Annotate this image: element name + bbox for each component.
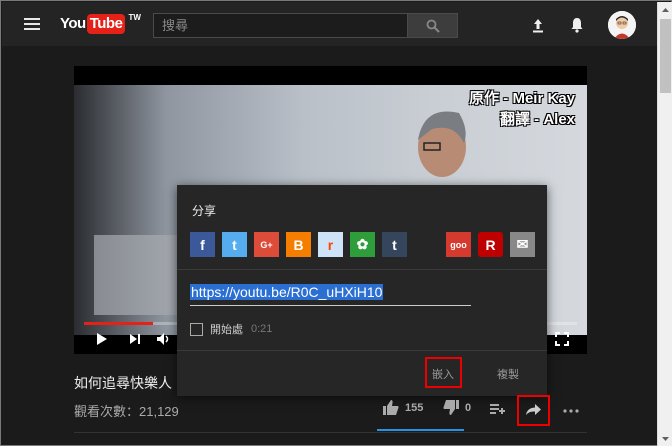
search-button[interactable]: [407, 13, 458, 38]
share-email-button[interactable]: ✉: [510, 232, 535, 257]
email-icon: ✉: [516, 236, 529, 252]
scroll-down-arrow-icon: [662, 436, 669, 441]
more-actions-icon[interactable]: [563, 409, 579, 413]
menu-icon[interactable]: [24, 18, 40, 30]
tumblr-icon: t: [392, 236, 397, 253]
share-dialog: 分享 f t G+ Br ✿ t goo R ✉ https://youtu.be/R0C_uH…: [177, 185, 547, 396]
share-services-row: f t G+ Br ✿ t goo R ✉: [177, 232, 547, 257]
page-scrollbar[interactable]: [657, 2, 672, 446]
scrollbar-thumb[interactable]: [660, 19, 671, 93]
scroll-up-arrow-icon: [662, 7, 669, 12]
search-input[interactable]: [154, 14, 407, 37]
start-at-checkbox[interactable]: [190, 322, 203, 336]
divider: [74, 432, 587, 433]
thumbs-down-icon: [443, 400, 459, 415]
facebook-icon: f: [200, 236, 205, 253]
next-icon[interactable]: [129, 332, 141, 346]
share-goo-button[interactable]: goo: [446, 232, 471, 257]
share-facebook-button[interactable]: f: [190, 232, 215, 257]
subtitle-line-1: 原作 - Meir Kay: [469, 90, 575, 107]
share-google-plus-button[interactable]: G+: [254, 232, 279, 257]
subtitle-line-2: 翻譯 - Alex: [499, 111, 575, 128]
rakuten-icon: R: [485, 236, 496, 253]
masthead: You Tube TW: [2, 2, 657, 46]
account-avatar[interactable]: [608, 11, 636, 39]
fullscreen-icon[interactable]: [555, 332, 569, 346]
divider: [177, 350, 547, 351]
divider: [177, 269, 547, 270]
dislike-count: 0: [465, 401, 472, 414]
upload-icon[interactable]: [530, 16, 546, 34]
start-at-option: 開始處 0:21: [190, 321, 272, 337]
sentiment-bar: [377, 429, 464, 431]
progress-bar-played: [84, 322, 154, 325]
share-url-text: https://youtu.be/R0C_uHXiH10: [190, 284, 384, 300]
dislike-button[interactable]: 0: [443, 400, 471, 415]
share-twitter-button[interactable]: t: [222, 232, 247, 257]
share-dialog-title: 分享: [192, 204, 217, 218]
thumbs-up-icon: [383, 400, 399, 415]
scroll-down-button[interactable]: [658, 431, 672, 446]
avatar-face-icon: [608, 11, 636, 39]
share-icon[interactable]: [526, 404, 541, 416]
notifications-bell-icon[interactable]: [569, 16, 585, 34]
reddit-icon: r: [327, 236, 334, 253]
like-button[interactable]: 155: [383, 400, 423, 415]
start-at-label: 開始處: [210, 324, 243, 336]
start-at-time: 0:21: [251, 323, 273, 335]
google-plus-icon: G+: [260, 239, 273, 250]
like-count: 155: [405, 401, 424, 414]
search-box: [153, 13, 408, 38]
copy-button[interactable]: 複製: [497, 366, 519, 382]
share-url-field[interactable]: https://youtu.be/R0C_uHXiH10: [190, 284, 471, 306]
add-to-playlist-icon[interactable]: [490, 404, 505, 416]
scroll-up-button[interactable]: [658, 2, 672, 17]
goo-icon: goo: [450, 239, 467, 250]
share-rakuten-button[interactable]: R: [478, 232, 503, 257]
view-count: 觀看次數：21,129: [74, 404, 179, 419]
share-plurk-button[interactable]: ✿: [350, 232, 375, 257]
logo-tube-text: Tube: [86, 14, 126, 34]
video-title: 如何追尋快樂人: [74, 375, 172, 391]
browser-frame: You Tube TW 原作 - Meir Kay 翻譯: [0, 0, 672, 446]
logo-region-text: TW: [128, 13, 141, 22]
logo-you-text: You: [60, 15, 86, 32]
volume-icon[interactable]: [156, 332, 172, 346]
share-reddit-button[interactable]: r: [318, 232, 343, 257]
share-tumblr-button[interactable]: t: [382, 232, 407, 257]
embed-highlight-box: [425, 357, 462, 388]
twitter-icon: t: [232, 236, 237, 253]
plurk-icon: ✿: [356, 236, 369, 252]
search-icon: [426, 19, 440, 33]
youtube-logo[interactable]: You Tube TW: [60, 13, 141, 36]
share-blogger-button[interactable]: B: [286, 232, 311, 257]
blogger-icon: B: [293, 236, 304, 253]
play-icon[interactable]: [96, 332, 108, 346]
